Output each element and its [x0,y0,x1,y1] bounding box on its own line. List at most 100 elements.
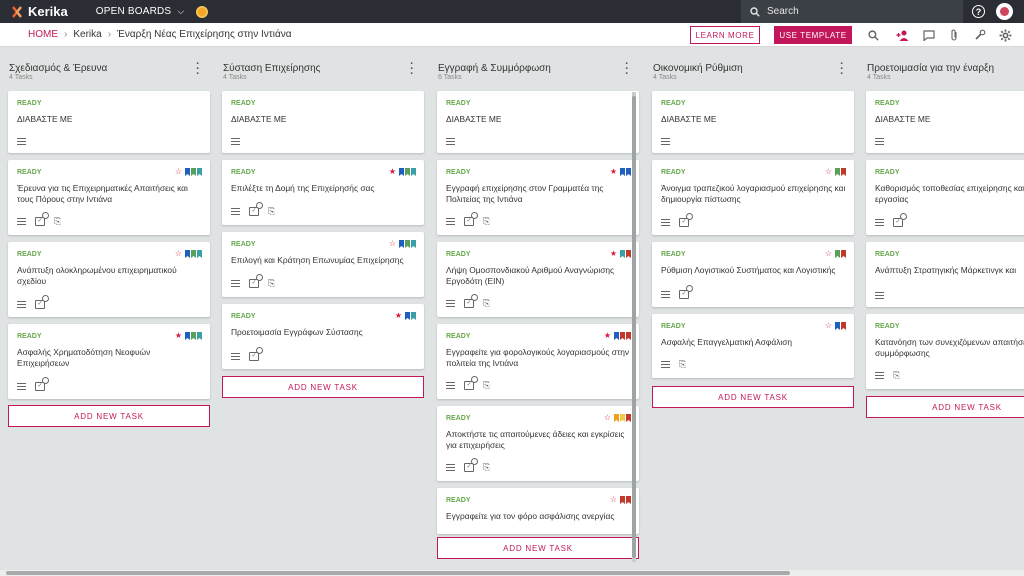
tag-icon [835,322,840,330]
tag-icon [191,250,196,258]
horizontal-scrollbar[interactable] [0,570,1024,576]
tag-icon [841,250,846,258]
column-title: Οικονομική Ρύθμιση [653,63,743,74]
tag-icon [399,168,404,176]
more-vertical-icon[interactable]: · · · [196,59,200,80]
task-status: READY [661,100,686,107]
task-card[interactable]: ★ READY Λήψη Ομοσπονδιακού Αριθμού Αναγν… [437,242,639,317]
scrollbar-thumb[interactable] [632,96,636,558]
wrench-icon[interactable] [973,28,987,42]
star-filled-icon: ★ [388,167,396,176]
tag-icon [405,240,410,248]
checklist-icon: ✓ [35,212,49,226]
task-title: Άνοιγμα τραπεζικού λογαριασμού επιχείρησ… [661,183,846,204]
task-card[interactable]: ★ READY Ασφαλής Χρηματοδότηση Νεοφυών Επ… [8,324,210,399]
task-card[interactable]: ☆ READY Ανάπτυξη ολοκληρωμένου επιχειρημ… [8,242,210,317]
search-placeholder: Search [767,6,799,17]
description-icon [661,361,670,368]
task-title: Ασφαλής Χρηματοδότηση Νεοφυών Επιχειρήσε… [17,347,151,368]
help-icon[interactable]: ? [972,5,985,18]
task-card[interactable]: READY ΔΙΑΒΑΣΤΕ ΜΕ [8,91,210,153]
scrollbar-thumb[interactable] [6,571,790,575]
task-card[interactable]: ☆ READY Επιλογή και Κράτηση Επωνυμίας Επ… [222,232,424,297]
tag-icon [614,332,619,340]
kerika-logo[interactable]: Kerika [10,4,68,19]
task-flags: ★ [395,312,416,320]
task-card[interactable]: READY ΔΙΑΒΑΣΤΕ ΜΕ [437,91,639,153]
add-new-task-button[interactable]: ADD NEW TASK [652,386,854,408]
tag-icon [841,322,846,330]
gear-icon[interactable] [998,28,1012,42]
add-new-task-button[interactable]: ADD NEW TASK [437,537,639,559]
avatar[interactable] [996,3,1013,20]
attachment-icon[interactable] [947,28,961,42]
search-icon[interactable] [866,28,880,42]
task-flags: ★ [610,168,631,176]
chevron-down-icon: ⌵ [177,6,185,16]
breadcrumb-item[interactable]: Kerika [73,29,101,40]
star-outline-icon: ☆ [824,321,832,330]
tag-icon [626,332,631,340]
more-vertical-icon[interactable]: · · · [410,59,414,80]
open-boards-menu[interactable]: OPEN BOARDS ⌵ [96,6,185,17]
task-card[interactable]: ☆ READY Έρευνα για τις Επιχειρηματικές Α… [8,160,210,235]
task-status: READY [446,100,471,107]
task-card[interactable]: READY Ανάπτυξη Στρατηγικής Μάρκετινγκ κα… [866,242,1024,307]
task-card[interactable]: ☆ READY Ασφαλής Επαγγελματική Ασφάλιση ⎘ [652,314,854,378]
star-filled-icon: ★ [609,167,617,176]
star-filled-icon: ★ [174,331,182,340]
task-card[interactable]: READY Κατανόηση των συνεχιζόμενων απαιτή… [866,314,1024,389]
task-status: READY [446,169,471,176]
add-new-task-button[interactable]: ADD NEW TASK [222,376,424,398]
tag-icon [405,312,410,320]
checklist-icon: ✓ [464,458,478,472]
task-flags: ★ [175,332,202,340]
task-title: Κατανόηση των συνεχιζόμενων απαιτήσεων σ… [875,337,1024,358]
column-scrollbar[interactable] [632,92,636,562]
task-status: READY [446,497,471,504]
search-icon [750,6,760,17]
breadcrumb: HOME › Kerika › Έναρξη Νέας Επιχείρησης … [28,29,292,40]
task-card[interactable]: ☆ READY Άνοιγμα τραπεζικού λογαριασμού ε… [652,160,854,235]
star-outline-icon: ☆ [388,239,396,248]
more-vertical-icon[interactable]: · · · [625,59,629,80]
tag-icon [626,496,631,504]
task-title: Προετοιμασία Εγγράφων Σύστασης [231,327,363,337]
task-status: READY [875,100,900,107]
task-card[interactable]: READY ΔΙΑΒΑΣΤΕ ΜΕ [652,91,854,153]
task-card[interactable]: READY ΔΙΑΒΑΣΤΕ ΜΕ [222,91,424,153]
add-new-task-button[interactable]: ADD NEW TASK [8,405,210,427]
chat-icon[interactable] [922,28,936,42]
task-card[interactable]: ☆ READY Ρύθμιση Λογιστικού Συστήματος κα… [652,242,854,307]
checklist-icon: ✓ [679,285,693,299]
task-title: ΔΙΑΒΑΣΤΕ ΜΕ [875,114,931,124]
task-card[interactable]: ★ READY Επιλέξτε τη Δομή της Επιχείρησής… [222,160,424,225]
task-card[interactable]: ★ READY Εγγραφή επιχείρησης στον Γραμματ… [437,160,639,235]
learn-more-button[interactable]: LEARN MORE [690,26,760,44]
column-header: Σχεδιασμός & Έρευνα 4 Tasks · · · [0,47,210,83]
task-status: READY [17,251,42,258]
task-card[interactable]: READY Καθορισμός τοποθεσίας επιχείρησης … [866,160,1024,235]
task-flags: ☆ [825,322,846,330]
task-title: Εγγραφή επιχείρησης στον Γραμματέα της Π… [446,183,604,204]
description-icon [17,138,26,145]
more-vertical-icon[interactable]: · · · [840,59,844,80]
column-task-count: 4 Tasks [223,74,247,81]
task-card[interactable]: READY ΔΙΑΒΑΣΤΕ ΜΕ [866,91,1024,153]
task-card[interactable]: ☆ READY Εγγραφείτε για τον φόρο ασφάλιση… [437,488,639,534]
task-card[interactable]: ☆ READY Αποκτήστε τις απαιτούμενες άδειε… [437,406,639,481]
star-filled-icon: ★ [603,331,611,340]
task-flags: ★ [604,332,631,340]
tag-icon [411,312,416,320]
sun-icon[interactable] [196,5,209,18]
use-template-button[interactable]: USE TEMPLATE [774,26,852,44]
add-user-icon[interactable] [896,28,910,42]
breadcrumb-item: Έναρξη Νέας Επιχείρησης στην Ιντιάνα [117,29,292,40]
breadcrumb-home[interactable]: HOME [28,29,58,40]
task-card[interactable]: ★ READY Προετοιμασία Εγγράφων Σύστασης ✓ [222,304,424,369]
task-status: READY [661,323,686,330]
search-input[interactable]: Search [741,0,963,23]
task-card[interactable]: ★ READY Εγγραφείτε για φορολογικούς λογα… [437,324,639,399]
attachment-icon: ⎘ [483,380,491,390]
add-new-task-button[interactable]: ADD NEW TASK [866,396,1024,418]
